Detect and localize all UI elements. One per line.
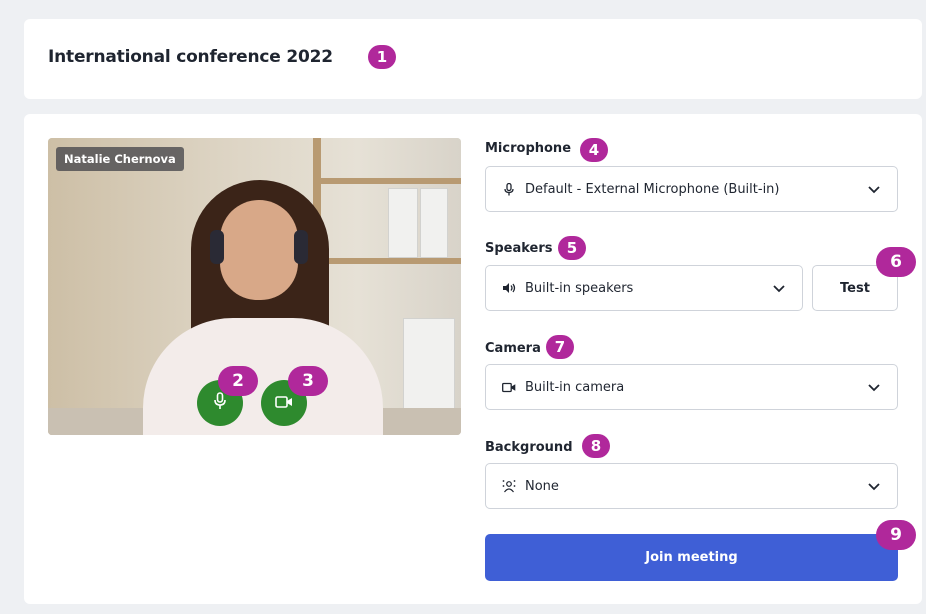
paper-stack: [403, 318, 455, 410]
camera-label: Camera: [485, 341, 541, 356]
speaker-icon: [502, 281, 516, 295]
chevron-down-icon: [867, 479, 881, 493]
person-face: [220, 200, 298, 300]
microphone-label: Microphone: [485, 141, 572, 156]
background-blur-icon: [502, 479, 516, 493]
person-body: [143, 318, 383, 435]
chevron-down-icon: [867, 182, 881, 196]
annotation-badge-2: 2: [218, 366, 258, 396]
annotation-badge-1: 1: [368, 45, 396, 69]
annotation-badge-6: 6: [876, 247, 916, 277]
annotation-badge-8: 8: [582, 434, 610, 458]
microphone-icon: [502, 182, 516, 196]
headphone-right: [294, 230, 308, 264]
microphone-select-value: Default - External Microphone (Built-in): [525, 181, 780, 197]
background-select[interactable]: None: [485, 463, 898, 509]
join-meeting-button[interactable]: Join meeting: [485, 534, 898, 581]
camera-select-value: Built-in camera: [525, 379, 625, 395]
speakers-label: Speakers: [485, 241, 553, 256]
shelf-board: [313, 258, 461, 264]
annotation-badge-5: 5: [558, 236, 586, 260]
headphone-left: [210, 230, 224, 264]
binder: [420, 188, 448, 258]
speakers-select[interactable]: Built-in speakers: [485, 265, 803, 311]
header-card: International conference 2022: [24, 19, 922, 99]
chevron-down-icon: [772, 281, 786, 295]
annotation-badge-9: 9: [876, 520, 916, 550]
participant-name-tag: Natalie Chernova: [56, 147, 184, 171]
shelf-board: [313, 178, 461, 184]
background-select-value: None: [525, 478, 559, 494]
microphone-icon: [213, 392, 227, 414]
annotation-badge-4: 4: [580, 138, 608, 162]
microphone-select[interactable]: Default - External Microphone (Built-in): [485, 166, 898, 212]
annotation-badge-3: 3: [288, 366, 328, 396]
annotation-badge-7: 7: [546, 335, 574, 359]
background-label: Background: [485, 440, 573, 455]
speakers-select-value: Built-in speakers: [525, 280, 634, 296]
camera-select[interactable]: Built-in camera: [485, 364, 898, 410]
page-title: International conference 2022: [48, 47, 333, 67]
chevron-down-icon: [867, 380, 881, 394]
video-camera-icon: [275, 394, 293, 413]
binder: [388, 188, 418, 258]
camera-icon: [502, 380, 516, 394]
